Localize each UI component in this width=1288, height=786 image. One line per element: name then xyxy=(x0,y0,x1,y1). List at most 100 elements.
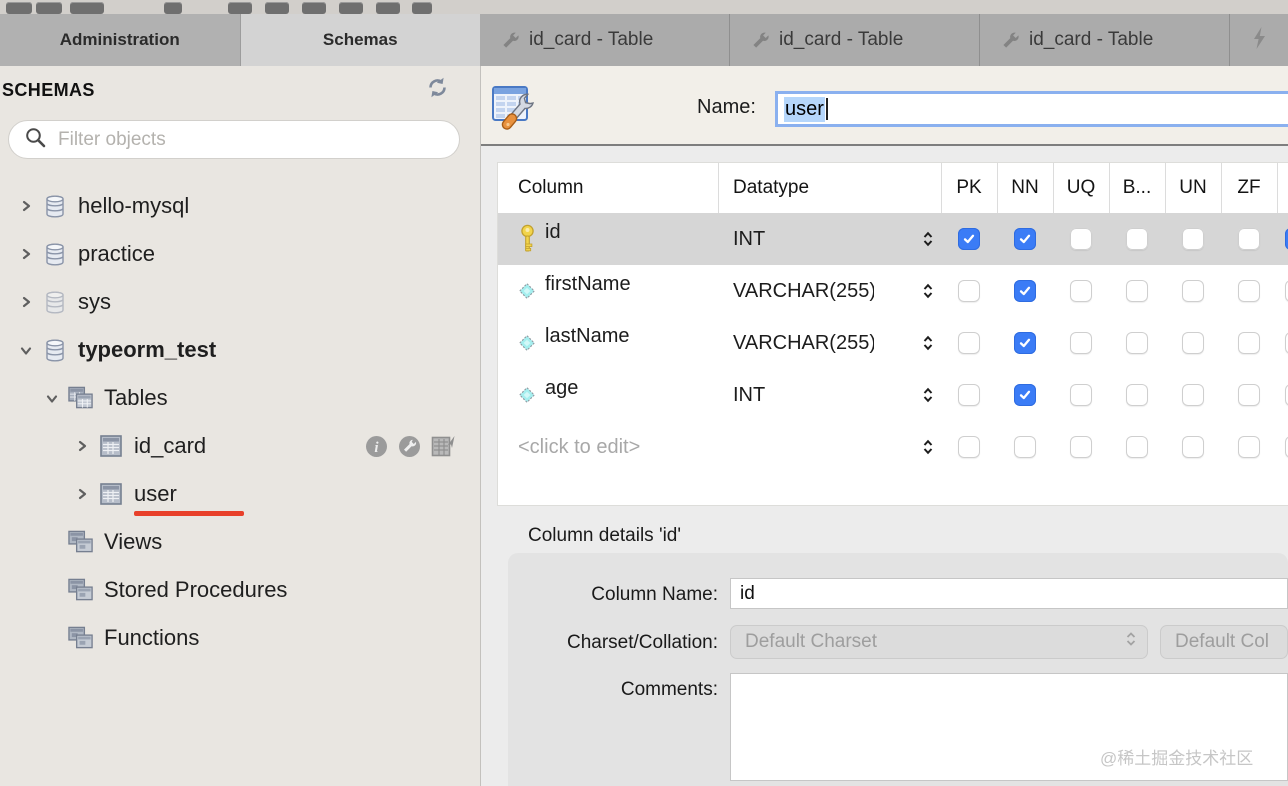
sidebar-item-stored-procedures[interactable]: Stored Procedures xyxy=(0,566,480,614)
cell-datatype[interactable]: INT xyxy=(718,383,915,406)
watermark-text: @稀土掘金技术社区 xyxy=(1100,744,1253,769)
checkbox-nn[interactable] xyxy=(1014,436,1036,458)
datatype-stepper[interactable] xyxy=(915,282,941,300)
checkbox-uq[interactable] xyxy=(1070,332,1092,354)
checkbox-uq[interactable] xyxy=(1070,280,1092,302)
checkbox-un[interactable] xyxy=(1182,332,1204,354)
checkbox-uq[interactable] xyxy=(1070,384,1092,406)
grid-row-firstName[interactable]: firstNameVARCHAR(255) xyxy=(498,265,1288,317)
cell-column-name[interactable]: lastName xyxy=(498,332,718,355)
toolbar-button-icon[interactable] xyxy=(228,2,252,14)
checkbox-uq[interactable] xyxy=(1070,436,1092,458)
checkbox-zf[interactable] xyxy=(1238,436,1260,458)
editor-tab-label: id_card - Table xyxy=(1029,29,1153,51)
sidebar-item-hello-mysql[interactable]: hello-mysql xyxy=(0,182,480,230)
checkbox-zf[interactable] xyxy=(1238,384,1260,406)
datatype-stepper[interactable] xyxy=(915,438,941,456)
checkbox-un[interactable] xyxy=(1182,384,1204,406)
sidebar-item-id-card[interactable]: id_cardi xyxy=(0,422,480,470)
sidebar-tab-schemas[interactable]: Schemas xyxy=(241,14,481,66)
checkbox-un[interactable] xyxy=(1182,280,1204,302)
editor-tabs: id_card - Tableid_card - Tableid_card - … xyxy=(480,14,1288,66)
flag-cell-pk xyxy=(941,332,997,354)
column-name-input[interactable] xyxy=(730,578,1288,609)
toolbar-button-icon[interactable] xyxy=(164,2,182,14)
grid-row-new[interactable]: <click to edit> xyxy=(498,421,1288,473)
checkbox-nn[interactable] xyxy=(1014,384,1036,406)
checkbox-pk[interactable] xyxy=(958,228,980,250)
collation-dropdown[interactable]: Default Col xyxy=(1160,625,1288,659)
cell-column-name[interactable]: age xyxy=(498,384,718,407)
cell-datatype[interactable]: VARCHAR(255) xyxy=(718,279,915,302)
chevron-right-icon[interactable] xyxy=(74,438,90,454)
chevron-down-icon[interactable] xyxy=(18,342,34,358)
checkbox-zf[interactable] xyxy=(1238,228,1260,250)
sidebar-item-views[interactable]: Views xyxy=(0,518,480,566)
chevron-down-icon[interactable] xyxy=(44,390,60,406)
checkbox-b[interactable] xyxy=(1126,228,1148,250)
cell-column-name[interactable]: <click to edit> xyxy=(498,436,718,459)
toolbar-button-icon[interactable] xyxy=(70,2,104,14)
checkbox-nn[interactable] xyxy=(1014,280,1036,302)
checkbox-b[interactable] xyxy=(1126,436,1148,458)
wrench-icon[interactable] xyxy=(398,435,421,458)
checkbox-zf[interactable] xyxy=(1238,332,1260,354)
table-name-input[interactable]: user xyxy=(775,91,1288,127)
info-icon[interactable]: i xyxy=(365,435,388,458)
checkbox-uq[interactable] xyxy=(1070,228,1092,250)
refresh-schemas-button[interactable] xyxy=(424,79,450,101)
checkbox-pk[interactable] xyxy=(958,384,980,406)
checkbox-pk[interactable] xyxy=(958,436,980,458)
toolbar-button-icon[interactable] xyxy=(265,2,289,14)
checkbox-pk[interactable] xyxy=(958,332,980,354)
sidebar-tab-administration[interactable]: Administration xyxy=(0,14,241,66)
sidebar-item-sys[interactable]: sys xyxy=(0,278,480,326)
cell-column-name[interactable]: id xyxy=(498,224,718,254)
sidebar-item-user[interactable]: user xyxy=(0,470,480,518)
editor-tab-1[interactable]: id_card - Table xyxy=(730,14,980,66)
grid-row-lastName[interactable]: lastNameVARCHAR(255) xyxy=(498,317,1288,369)
checkbox-b[interactable] xyxy=(1126,332,1148,354)
editor-tab-0[interactable]: id_card - Table xyxy=(480,14,730,66)
checkbox-pk[interactable] xyxy=(958,280,980,302)
tree-item-label: Functions xyxy=(104,625,199,651)
checkbox-b[interactable] xyxy=(1126,384,1148,406)
chevron-right-icon[interactable] xyxy=(18,246,34,262)
chevron-right-icon[interactable] xyxy=(18,198,34,214)
editor-tab-overflow[interactable] xyxy=(1230,14,1288,66)
toolbar-button-icon[interactable] xyxy=(302,2,326,14)
checkbox-nn[interactable] xyxy=(1014,228,1036,250)
toolbar-button-icon[interactable] xyxy=(339,2,363,14)
toolbar-button-icon[interactable] xyxy=(376,2,400,14)
toolbar-button-icon[interactable] xyxy=(412,2,432,14)
edit-table-icon[interactable] xyxy=(431,435,456,458)
sidebar-item-tables[interactable]: Tables xyxy=(0,374,480,422)
checkbox-un[interactable] xyxy=(1182,228,1204,250)
datatype-stepper[interactable] xyxy=(915,334,941,352)
filter-objects-input[interactable] xyxy=(58,129,459,151)
datatype-stepper[interactable] xyxy=(915,386,941,404)
checkbox-zf[interactable] xyxy=(1238,280,1260,302)
chevron-right-icon[interactable] xyxy=(74,486,90,502)
cell-datatype[interactable] xyxy=(718,436,915,459)
sidebar-item-practice[interactable]: practice xyxy=(0,230,480,278)
editor-tab-2[interactable]: id_card - Table xyxy=(980,14,1230,66)
sidebar-item-functions[interactable]: Functions xyxy=(0,614,480,662)
checkbox-un[interactable] xyxy=(1182,436,1204,458)
grid-row-id[interactable]: idINT xyxy=(498,213,1288,265)
wrench-icon xyxy=(1002,31,1020,49)
flag-cell-b xyxy=(1109,384,1165,406)
cell-column-name[interactable]: firstName xyxy=(498,280,718,303)
cell-datatype[interactable]: VARCHAR(255) xyxy=(718,331,915,354)
toolbar-button-icon[interactable] xyxy=(36,2,62,14)
checkbox-b[interactable] xyxy=(1126,280,1148,302)
charset-dropdown[interactable]: Default Charset xyxy=(730,625,1148,659)
chevron-right-icon[interactable] xyxy=(18,294,34,310)
sidebar-item-typeorm-test[interactable]: typeorm_test xyxy=(0,326,480,374)
toolbar-button-icon[interactable] xyxy=(6,2,32,14)
cell-datatype[interactable]: INT xyxy=(718,227,915,250)
checkbox-nn[interactable] xyxy=(1014,332,1036,354)
grid-row-age[interactable]: ageINT xyxy=(498,369,1288,421)
schemas-panel-title: SCHEMAS xyxy=(2,80,95,101)
datatype-stepper[interactable] xyxy=(915,230,941,248)
